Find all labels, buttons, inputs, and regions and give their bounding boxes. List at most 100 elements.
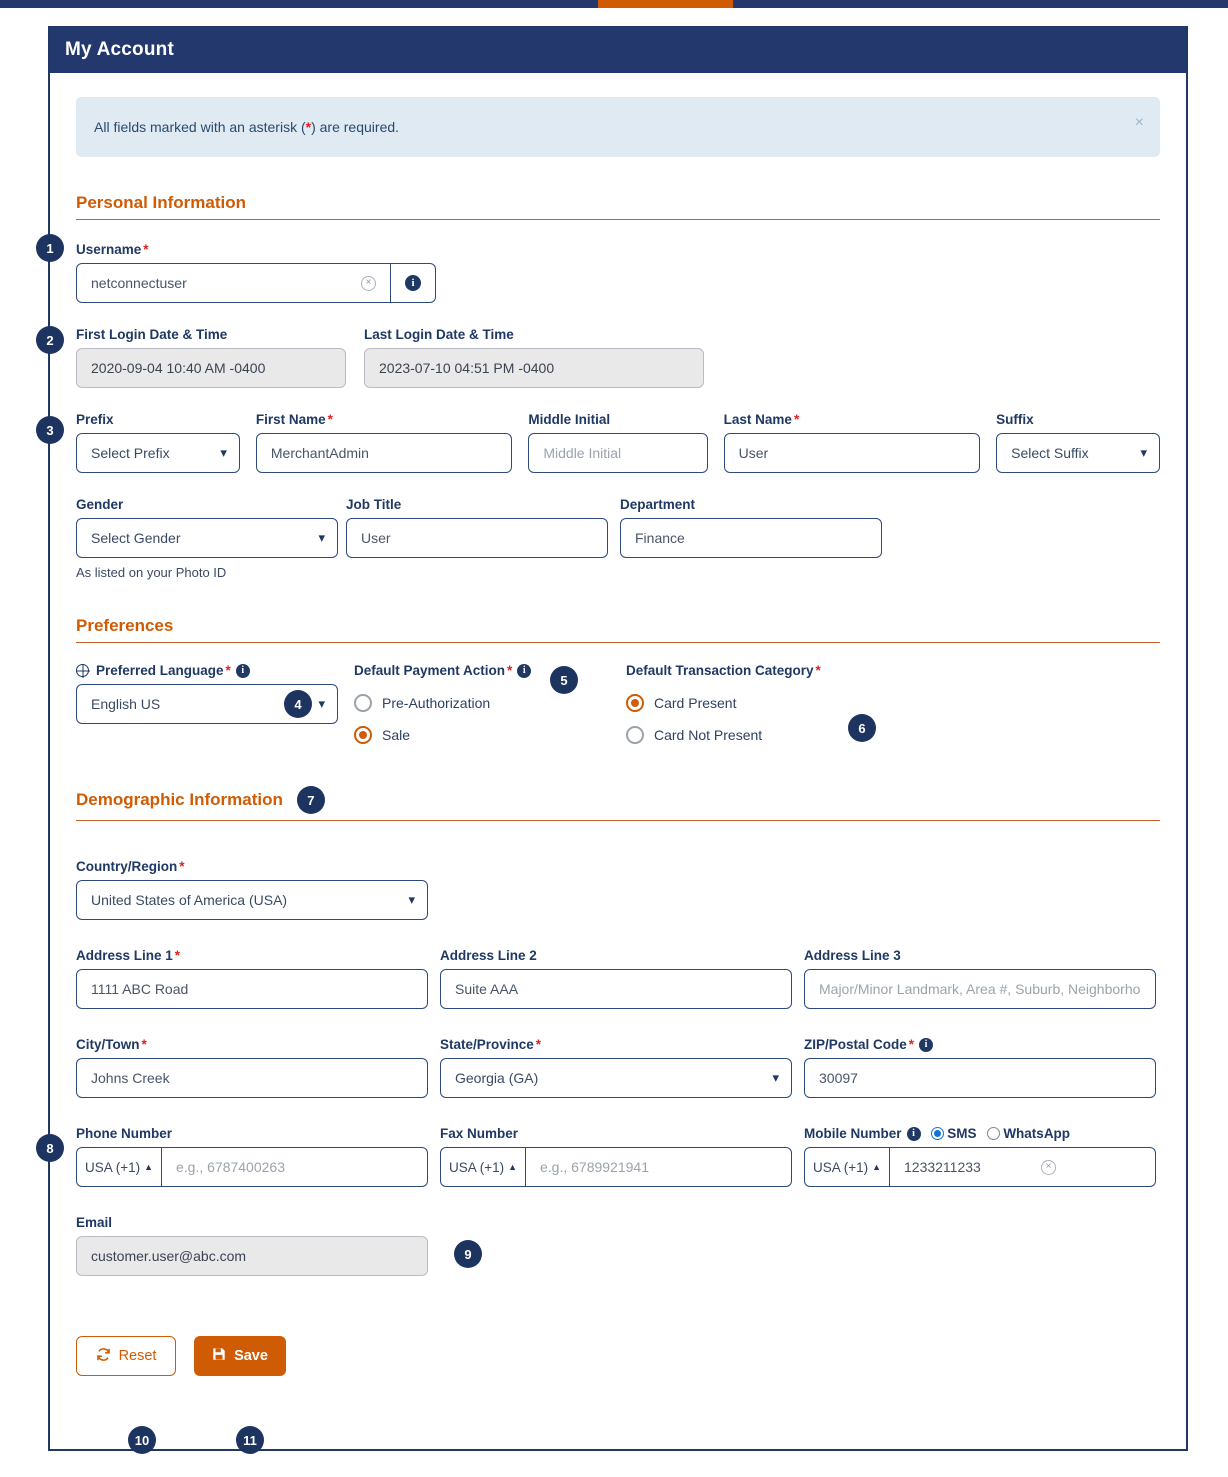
refresh-icon	[96, 1347, 111, 1366]
middle-initial-input[interactable]: Middle Initial	[528, 433, 707, 473]
fax-label: Fax Number	[440, 1126, 792, 1141]
alert-message: All fields marked with an asterisk (*) a…	[94, 119, 399, 135]
page-title: My Account	[65, 39, 174, 61]
username-value: netconnectuser	[91, 275, 187, 291]
radio-icon[interactable]	[354, 694, 372, 712]
email-value: customer.user@abc.com	[76, 1236, 428, 1276]
suffix-value: Select Suffix	[1011, 445, 1089, 461]
clear-icon[interactable]: ×	[1041, 1160, 1056, 1175]
chevron-down-icon: ▾	[408, 892, 415, 908]
info-icon[interactable]: i	[517, 664, 531, 678]
phone-placeholder: e.g., 6787400263	[176, 1159, 285, 1175]
clear-icon[interactable]: ×	[361, 276, 376, 291]
preferred-language-value: English US	[91, 696, 160, 712]
first-name-input[interactable]: MerchantAdmin	[256, 433, 512, 473]
gender-field-group: Gender Select Gender ▾ As listed on your…	[76, 497, 338, 580]
prefix-value: Select Prefix	[91, 445, 170, 461]
panel-header: My Account	[50, 26, 1186, 73]
job-title-field-group: Job Title User	[346, 497, 608, 580]
first-name-label: First Name*	[256, 412, 512, 427]
fax-country-code-select[interactable]: USA (+1)▲	[440, 1147, 526, 1187]
close-icon[interactable]: ×	[1135, 115, 1144, 131]
radio-icon-selected[interactable]	[626, 694, 644, 712]
required-fields-alert: All fields marked with an asterisk (*) a…	[76, 97, 1160, 157]
mobile-country-code-select[interactable]: USA (+1)▲	[804, 1147, 890, 1187]
zip-label: ZIP/Postal Code*i	[804, 1037, 1156, 1052]
username-label: Username*	[76, 242, 436, 257]
fax-input[interactable]: e.g., 6789921941	[526, 1147, 792, 1187]
gender-select[interactable]: Select Gender ▾	[76, 518, 338, 558]
radio-icon[interactable]	[987, 1127, 1000, 1140]
badge-6: 6	[848, 714, 876, 742]
first-login-label: First Login Date & Time	[76, 327, 346, 342]
address1-input[interactable]: 1111 ABC Road	[76, 969, 428, 1009]
radio-whatsapp[interactable]: WhatsApp	[987, 1126, 1071, 1141]
job-title-input[interactable]: User	[346, 518, 608, 558]
floppy-disk-icon	[212, 1347, 226, 1365]
fax-placeholder: e.g., 6789921941	[540, 1159, 649, 1175]
radio-pre-authorization[interactable]: Pre-Authorization	[354, 694, 614, 712]
phone-input[interactable]: e.g., 6787400263	[162, 1147, 428, 1187]
radio-icon[interactable]	[626, 726, 644, 744]
address1-field-group: Address Line 1* 1111 ABC Road	[76, 948, 428, 1009]
mobile-label: Mobile Number i SMS WhatsApp	[804, 1126, 1156, 1141]
address3-label: Address Line 3	[804, 948, 1156, 963]
department-input[interactable]: Finance	[620, 518, 882, 558]
badge-1: 1	[36, 234, 64, 262]
address2-input[interactable]: Suite AAA	[440, 969, 792, 1009]
badge-4: 4	[284, 690, 312, 718]
radio-icon-selected[interactable]	[931, 1127, 944, 1140]
info-icon[interactable]: i	[907, 1127, 921, 1141]
section-title: Personal Information	[76, 193, 246, 213]
state-select[interactable]: Georgia (GA) ▾	[440, 1058, 792, 1098]
suffix-label: Suffix	[996, 412, 1160, 427]
radio-sale[interactable]: Sale	[354, 726, 614, 744]
last-name-input[interactable]: User	[724, 433, 980, 473]
address3-field-group: Address Line 3 Major/Minor Landmark, Are…	[804, 948, 1156, 1009]
badge-5: 5	[550, 666, 578, 694]
reset-button[interactable]: Reset	[76, 1336, 176, 1376]
department-label: Department	[620, 497, 882, 512]
info-icon[interactable]: i	[919, 1038, 933, 1052]
chevron-down-icon: ▾	[772, 1070, 779, 1086]
job-title-label: Job Title	[346, 497, 608, 512]
radio-icon-selected[interactable]	[354, 726, 372, 744]
caret-up-icon: ▲	[872, 1162, 881, 1172]
username-info-button[interactable]: i	[391, 263, 436, 303]
chevron-down-icon: ▾	[1140, 445, 1147, 461]
prefix-label: Prefix	[76, 412, 240, 427]
zip-input[interactable]: 30097	[804, 1058, 1156, 1098]
phone-label: Phone Number	[76, 1126, 428, 1141]
city-input[interactable]: Johns Creek	[76, 1058, 428, 1098]
radio-sms[interactable]: SMS	[931, 1126, 977, 1141]
address3-input[interactable]: Major/Minor Landmark, Area #, Suburb, Ne…	[804, 969, 1156, 1009]
gender-label: Gender	[76, 497, 338, 512]
zip-field-group: ZIP/Postal Code*i 30097	[804, 1037, 1156, 1098]
last-name-label: Last Name*	[724, 412, 980, 427]
country-select[interactable]: United States of America (USA) ▾	[76, 880, 428, 920]
radio-card-not-present[interactable]: Card Not Present	[626, 726, 926, 744]
prefix-select[interactable]: Select Prefix ▾	[76, 433, 240, 473]
prefix-field-group: Prefix Select Prefix ▾	[76, 412, 240, 473]
globe-icon	[76, 664, 89, 677]
state-label: State/Province*	[440, 1037, 792, 1052]
first-login-field-group: First Login Date & Time 2020-09-04 10:40…	[76, 327, 346, 388]
gender-value: Select Gender	[91, 530, 181, 546]
city-field-group: City/Town* Johns Creek	[76, 1037, 428, 1098]
mobile-input[interactable]: 1233211233 ×	[890, 1147, 1156, 1187]
default-transaction-category-group: Default Transaction Category* Card Prese…	[626, 663, 926, 744]
username-input[interactable]: netconnectuser ×	[76, 263, 391, 303]
phone-country-code-select[interactable]: USA (+1)▲	[76, 1147, 162, 1187]
middle-initial-label: Middle Initial	[528, 412, 707, 427]
last-login-value: 2023-07-10 04:51 PM -0400	[364, 348, 704, 388]
suffix-select[interactable]: Select Suffix ▾	[996, 433, 1160, 473]
radio-card-present[interactable]: Card Present	[626, 694, 926, 712]
badge-8: 8	[36, 1134, 64, 1162]
chevron-down-icon: ▾	[220, 445, 227, 461]
badge-2: 2	[36, 326, 64, 354]
info-icon[interactable]: i	[236, 664, 250, 678]
save-button[interactable]: Save	[194, 1336, 286, 1376]
address3-placeholder: Major/Minor Landmark, Area #, Suburb, Ne…	[819, 981, 1140, 997]
save-label: Save	[234, 1348, 268, 1364]
chevron-down-icon: ▾	[318, 530, 325, 546]
